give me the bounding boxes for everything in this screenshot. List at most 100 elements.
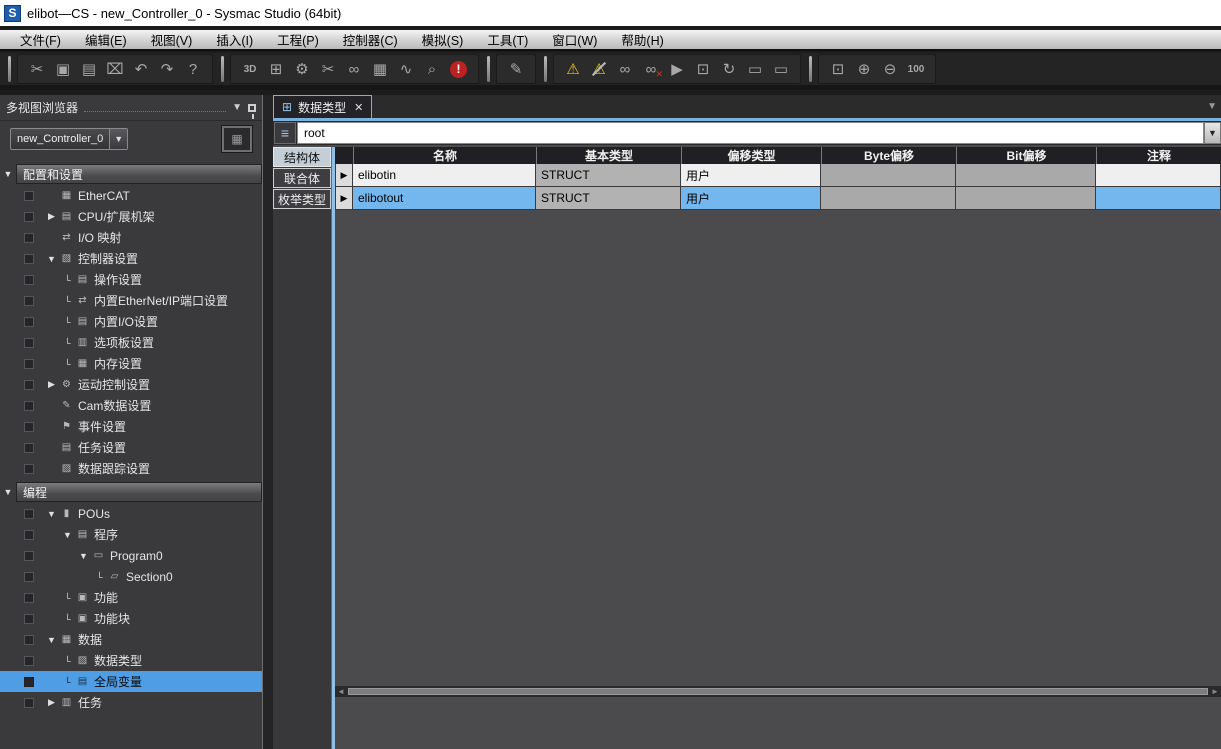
3d-view-icon[interactable]: 3D: [237, 57, 263, 81]
cell-name[interactable]: elibotin: [353, 164, 536, 187]
zoom-in-icon[interactable]: ⊕: [851, 57, 877, 81]
tree-checkbox[interactable]: [24, 380, 34, 390]
tree-item-program0[interactable]: ▼ ▭ Program0: [0, 545, 262, 566]
zoom-out-icon[interactable]: ⊖: [877, 57, 903, 81]
menu-tools[interactable]: 工具(T): [475, 28, 540, 51]
collapse-icon[interactable]: ▼: [0, 169, 16, 179]
cut-icon[interactable]: ✂: [24, 57, 50, 81]
search-icon[interactable]: ⌕: [419, 57, 445, 81]
tree-checkbox[interactable]: [24, 614, 34, 624]
chevron-down-icon[interactable]: ▼: [232, 102, 242, 113]
tree-item-section0[interactable]: └ ▱ Section0: [0, 566, 262, 587]
tree-section-config[interactable]: ▼ 配置和设置: [0, 163, 262, 185]
expand-icon[interactable]: ▶: [44, 697, 59, 708]
tree-checkbox[interactable]: [24, 212, 34, 222]
tree-item-data-types[interactable]: └ ▨ 数据类型: [0, 650, 262, 671]
tab-enum[interactable]: 枚举类型: [273, 189, 331, 209]
sync-icon[interactable]: ↻: [716, 57, 742, 81]
redo-icon[interactable]: ↷: [154, 57, 180, 81]
tree-item-pous[interactable]: ▼ ▮ POUs: [0, 503, 262, 524]
tree-item-controller-settings[interactable]: ▼ ▧ 控制器设置: [0, 248, 262, 269]
tree-checkbox[interactable]: [24, 359, 34, 369]
collapse-icon[interactable]: ▼: [76, 551, 91, 561]
expand-icon[interactable]: ▶: [44, 379, 59, 390]
tree-item-ethercat[interactable]: ▦ EtherCAT: [0, 185, 262, 206]
type-path-dropdown-icon[interactable]: ▼: [1204, 122, 1221, 144]
scroll-left-icon[interactable]: ◄: [335, 687, 347, 696]
monitor-watch-off-icon[interactable]: ∞: [638, 57, 664, 81]
tab-data-types[interactable]: ⊞ 数据类型 ✕: [273, 95, 372, 118]
watch-icon[interactable]: ∞: [341, 57, 367, 81]
online-monitor-icon[interactable]: ▭: [742, 57, 768, 81]
tree-item-global-variables[interactable]: └ ▤ 全局变量: [0, 671, 262, 692]
table-row-elibotin[interactable]: ▶ elibotin STRUCT 用户: [335, 164, 1221, 187]
tree-checkbox[interactable]: [24, 551, 34, 561]
cell-name[interactable]: elibotout: [353, 187, 536, 210]
tree-checkbox[interactable]: [24, 443, 34, 453]
menu-file[interactable]: 文件(F): [8, 28, 73, 51]
tree-item-functions[interactable]: └ ▣ 功能: [0, 587, 262, 608]
tree-item-option-board[interactable]: └ ▥ 选项板设置: [0, 332, 262, 353]
collapse-icon[interactable]: ▼: [44, 509, 59, 519]
tree-item-task-settings[interactable]: ▤ 任务设置: [0, 437, 262, 458]
tree-checkbox[interactable]: [24, 254, 34, 264]
tree-section-programming[interactable]: ▼ 编程: [0, 481, 262, 503]
menu-insert[interactable]: 插入(I): [204, 28, 265, 51]
tree-item-cam-data[interactable]: ✎ Cam数据设置: [0, 395, 262, 416]
collapse-icon[interactable]: ▼: [60, 530, 75, 540]
pin-icon[interactable]: [248, 104, 256, 112]
copy-icon[interactable]: ▣: [50, 57, 76, 81]
tree-item-operation-settings[interactable]: └ ▤ 操作设置: [0, 269, 262, 290]
collapse-icon[interactable]: ▼: [0, 487, 16, 497]
tree-item-builtin-io[interactable]: └ ▤ 内置I/O设置: [0, 311, 262, 332]
collapse-icon[interactable]: ▼: [44, 635, 59, 645]
tree-item-function-blocks[interactable]: └ ▣ 功能块: [0, 608, 262, 629]
tree-checkbox[interactable]: [24, 572, 34, 582]
watch-table-icon[interactable]: ▦: [367, 57, 393, 81]
run-icon[interactable]: ▶: [664, 57, 690, 81]
expand-icon[interactable]: ▶: [44, 211, 59, 222]
tree-checkbox[interactable]: [24, 530, 34, 540]
menu-help[interactable]: 帮助(H): [609, 28, 675, 51]
help-icon[interactable]: ?: [180, 57, 206, 81]
build-check-off-icon[interactable]: ⚠: [586, 57, 612, 81]
tree-item-programs[interactable]: ▼ ▤ 程序: [0, 524, 262, 545]
tree-checkbox[interactable]: [24, 191, 34, 201]
tree-item-data-trace[interactable]: ▨ 数据跟踪设置: [0, 458, 262, 479]
waveform-icon[interactable]: ∿: [393, 57, 419, 81]
menu-view[interactable]: 视图(V): [139, 28, 205, 51]
build-check-icon[interactable]: ⚠: [560, 57, 586, 81]
cell-comment[interactable]: [1096, 164, 1221, 187]
tree-checkbox[interactable]: [24, 296, 34, 306]
tab-list-dropdown-icon[interactable]: ▼: [1207, 101, 1217, 112]
tree-item-cpu-rack[interactable]: ▶ ▤ CPU/扩展机架: [0, 206, 262, 227]
tree-checkbox[interactable]: [24, 656, 34, 666]
tree-checkbox[interactable]: [24, 464, 34, 474]
paste-icon[interactable]: ▤: [76, 57, 102, 81]
scrollbar-thumb[interactable]: [348, 688, 1208, 695]
tab-union[interactable]: 联合体: [273, 168, 331, 188]
tree-checkbox[interactable]: [24, 593, 34, 603]
row-expand-icon[interactable]: ▶: [335, 187, 353, 210]
online-monitor2-icon[interactable]: ▭: [768, 57, 794, 81]
tree-item-io-map[interactable]: ⇄ I/O 映射: [0, 227, 262, 248]
tree-checkbox[interactable]: [24, 338, 34, 348]
monitor-watch-icon[interactable]: ∞: [612, 57, 638, 81]
tree-checkbox[interactable]: [24, 317, 34, 327]
tree-item-event-settings[interactable]: ⚑ 事件设置: [0, 416, 262, 437]
scroll-right-icon[interactable]: ►: [1209, 687, 1221, 696]
cell-offset-type[interactable]: 用户: [681, 187, 821, 210]
menu-simulation[interactable]: 模拟(S): [410, 28, 476, 51]
tree-item-data[interactable]: ▼ ▦ 数据: [0, 629, 262, 650]
tree-checkbox[interactable]: [24, 233, 34, 243]
menu-edit[interactable]: 编辑(E): [73, 28, 139, 51]
type-path-input[interactable]: [297, 122, 1204, 144]
tree-item-ethernet-ip-port[interactable]: └ ⇄ 内置EtherNet/IP端口设置: [0, 290, 262, 311]
close-icon[interactable]: ✕: [354, 101, 363, 114]
tree-checkbox[interactable]: [24, 635, 34, 645]
tree-checkbox[interactable]: [24, 677, 34, 687]
tree-checkbox[interactable]: [24, 275, 34, 285]
cell-offset-type[interactable]: 用户: [681, 164, 821, 187]
tree-checkbox[interactable]: [24, 509, 34, 519]
zoom-100-icon[interactable]: 100: [903, 57, 929, 81]
